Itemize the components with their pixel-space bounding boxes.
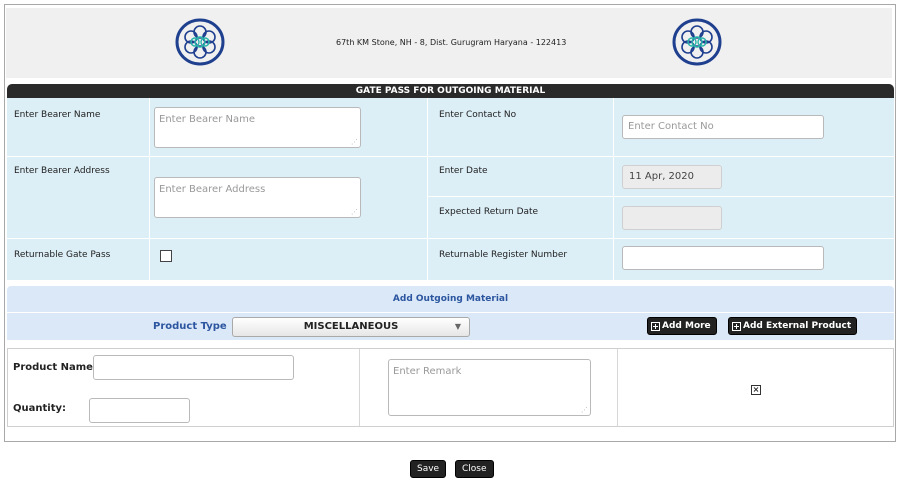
contact-input[interactable]: Enter Contact No (622, 115, 824, 139)
date-label: Enter Date (439, 166, 488, 176)
resize-handle-icon[interactable]: ⋰ (581, 407, 588, 414)
plus-box-icon (651, 321, 660, 331)
product-name-label: Product Name: (13, 362, 97, 373)
flower-logo-icon (175, 18, 225, 66)
plus-box-icon (732, 321, 741, 331)
product-type-value: MISCELLANEOUS (303, 321, 399, 332)
product-type-row: Product Type MISCELLANEOUS ▼ Add More Ad… (7, 312, 894, 340)
chevron-down-icon: ▼ (454, 322, 461, 331)
bearer-name-placeholder: Enter Bearer Name (159, 114, 255, 125)
product-type-select[interactable]: MISCELLANEOUS ▼ (232, 317, 470, 337)
bearer-details-form: Enter Bearer Name Enter Bearer Name ⋰ En… (7, 98, 894, 280)
col-divider (613, 98, 614, 280)
bearer-name-input[interactable]: Enter Bearer Name ⋰ (154, 107, 361, 148)
expected-return-input[interactable] (622, 206, 722, 230)
company-address: 67th KM Stone, NH - 8, Dist. Gurugram Ha… (336, 38, 567, 47)
bearer-address-placeholder: Enter Bearer Address (159, 184, 266, 195)
product-name-input[interactable] (93, 355, 294, 380)
bearer-address-input[interactable]: Enter Bearer Address ⋰ (154, 177, 361, 218)
row-divider (7, 238, 894, 239)
col-divider (427, 98, 428, 280)
col-divider (149, 98, 150, 280)
flower-logo-icon (672, 18, 722, 66)
bearer-address-label: Enter Bearer Address (14, 166, 110, 176)
resize-handle-icon[interactable]: ⋰ (351, 209, 358, 216)
close-button[interactable]: Close (455, 460, 494, 478)
add-external-product-label: Add External Product (743, 321, 852, 331)
add-more-button[interactable]: Add More (647, 317, 717, 335)
product-entry-row: Product Name: Quantity: Enter Remark ⋰ × (7, 348, 894, 427)
save-button[interactable]: Save (410, 460, 447, 478)
expected-return-label: Expected Return Date (439, 207, 539, 217)
header: 67th KM Stone, NH - 8, Dist. Gurugram Ha… (6, 8, 892, 78)
returnable-register-input[interactable] (622, 246, 824, 270)
contact-placeholder: Enter Contact No (628, 121, 714, 132)
date-input[interactable]: 11 Apr, 2020 (622, 165, 722, 189)
returnable-register-label: Returnable Register Number (439, 250, 568, 260)
remark-placeholder: Enter Remark (393, 366, 462, 377)
resize-handle-icon[interactable]: ⋰ (351, 139, 358, 146)
quantity-label: Quantity: (13, 403, 66, 414)
product-type-label: Product Type (153, 321, 227, 332)
close-box-icon[interactable]: × (751, 385, 761, 395)
contact-label: Enter Contact No (439, 110, 517, 120)
returnable-label: Returnable Gate Pass (14, 250, 111, 260)
col-divider (617, 349, 618, 426)
row-divider (427, 196, 894, 197)
add-material-heading: Add Outgoing Material (7, 286, 894, 312)
returnable-checkbox[interactable] (160, 250, 172, 262)
quantity-input[interactable] (89, 398, 190, 423)
row-divider (7, 156, 894, 157)
remark-input[interactable]: Enter Remark ⋰ (388, 359, 591, 416)
bearer-name-label: Enter Bearer Name (14, 110, 101, 120)
date-value: 11 Apr, 2020 (629, 171, 695, 182)
add-more-label: Add More (662, 321, 711, 331)
add-external-product-button[interactable]: Add External Product (728, 317, 858, 335)
form-title: GATE PASS FOR OUTGOING MATERIAL (7, 84, 894, 98)
col-divider (359, 349, 360, 426)
